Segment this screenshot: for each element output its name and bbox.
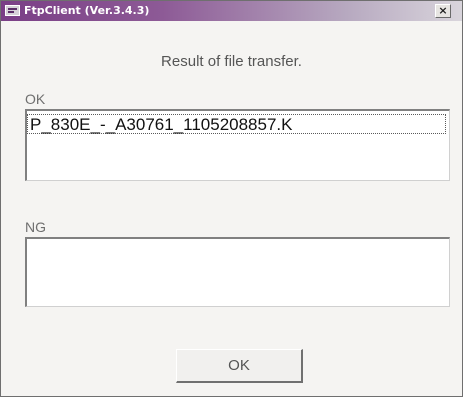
ng-section-label: NG — [25, 219, 46, 235]
ok-section-label: OK — [25, 91, 46, 107]
ok-file-list[interactable]: P_830E_-_A30761_1105208857.K — [25, 109, 450, 181]
ok-button[interactable]: OK — [176, 349, 303, 383]
list-item[interactable]: P_830E_-_A30761_1105208857.K — [27, 114, 446, 134]
dialog-heading: Result of file transfer. — [161, 53, 302, 70]
app-window-icon — [5, 5, 20, 16]
title-bar[interactable]: FtpClient (Ver.3.4.3) × — [1, 1, 462, 21]
close-button[interactable]: × — [435, 4, 451, 18]
window-title: FtpClient (Ver.3.4.3) — [24, 4, 150, 17]
close-icon: × — [438, 4, 448, 17]
ftp-client-dialog: FtpClient (Ver.3.4.3) × Result of file t… — [0, 0, 463, 397]
ng-file-list[interactable] — [25, 237, 450, 307]
